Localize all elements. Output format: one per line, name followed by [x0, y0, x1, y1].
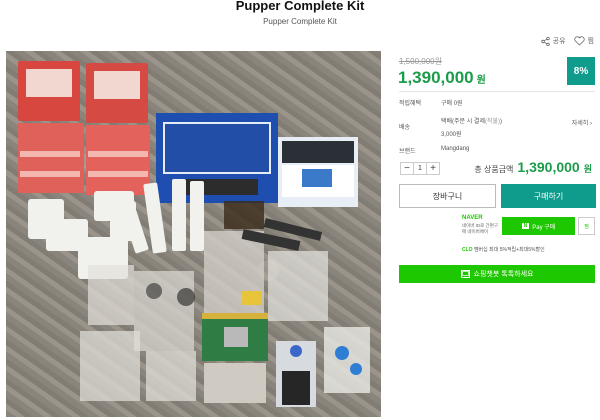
talk-talk-button[interactable]: 쇼핑챗봇 톡톡하세요 — [399, 265, 595, 283]
discount-badge: 8% — [567, 57, 595, 85]
wish-button[interactable]: 찜 — [573, 36, 594, 46]
total-value: 1,390,000 — [517, 159, 580, 175]
servo-parts — [324, 327, 370, 393]
printed-parts — [28, 179, 204, 279]
shipping-fee: 3,000원 — [441, 132, 462, 138]
sensor-module — [276, 341, 316, 407]
raspberry-pi — [202, 313, 268, 403]
shipping-method-close: ) — [500, 119, 503, 125]
sale-price-value: 1,390,000 — [398, 68, 474, 87]
battery-chargers — [18, 61, 150, 195]
chat-icon — [460, 270, 470, 278]
brand-label: 브랜드 — [399, 149, 416, 155]
heart-icon — [573, 36, 585, 46]
membership-text: 멤버십 최대 5%적립+최대5%할인 — [473, 247, 545, 253]
quantity-stepper: − 1 + — [400, 162, 440, 175]
quantity-plus-button[interactable]: + — [427, 163, 439, 174]
points-value: 구매 0원 — [441, 101, 463, 107]
action-links: 공유 찜 — [540, 36, 594, 46]
naver-pay-icon: N — [521, 223, 530, 229]
share-button[interactable]: 공유 — [540, 36, 566, 46]
share-label: 공유 — [552, 38, 566, 45]
brand-value[interactable]: Mangdang — [441, 146, 469, 152]
product-title: Pupper Complete Kit — [235, 0, 365, 13]
detail-label: 자세히 — [571, 121, 589, 127]
points-label: 적립혜택 — [399, 101, 422, 107]
shipping-method: 택배(주문 시 결제(착불)) — [441, 116, 502, 125]
shipping-method-option: (착불) — [484, 119, 501, 125]
product-image[interactable] — [6, 51, 381, 417]
shipping-label: 배송 — [399, 125, 411, 131]
shipping-method-text: 택배(주문 시 결제 — [441, 119, 485, 125]
sale-price-unit: 원 — [476, 75, 486, 86]
add-to-cart-button[interactable]: 장바구니 — [399, 184, 496, 208]
detail-link[interactable]: 자세히 › — [572, 118, 592, 127]
total-label: 총 상품금액 — [474, 165, 514, 174]
buy-now-button[interactable]: 구매하기 — [501, 184, 596, 208]
naver-pay-button[interactable]: N Pay 구매 — [502, 217, 575, 235]
talk-label: 쇼핑챗봇 톡톡하세요 — [473, 271, 534, 278]
points-row: 적립혜택 — [399, 98, 441, 107]
charger-box — [278, 137, 358, 207]
total-unit: 원 — [583, 164, 592, 174]
product-photo-illustration — [18, 61, 370, 407]
quantity-input[interactable]: 1 — [413, 163, 427, 174]
brand-row: 브랜드 — [399, 146, 441, 155]
shipping-row: 배송 — [399, 122, 441, 131]
membership-brand: CLO — [462, 247, 473, 253]
divider — [399, 91, 595, 92]
product-subtitle: Pupper Complete Kit — [263, 17, 337, 26]
naver-pay-description: 네이버 ID로 간편구매 네이버페이 — [462, 223, 498, 234]
naver-logo: NAVER — [462, 215, 483, 221]
chevron-right-icon: › — [590, 121, 592, 127]
wish-label: 찜 — [587, 38, 594, 45]
share-icon — [540, 36, 550, 46]
naver-membership-note: CLO 멤버십 최대 5%적립+최대5%할인 — [462, 246, 545, 253]
naver-pay-label: Pay 구매 — [532, 224, 556, 231]
sale-price: 1,390,000 원 — [398, 68, 486, 88]
chat-bubble-glyph — [461, 271, 469, 276]
naver-wish-button[interactable]: 찜 — [578, 217, 595, 235]
quantity-minus-button[interactable]: − — [401, 163, 413, 174]
naver-pay-panel: NAVER 네이버 ID로 간편구매 네이버페이 N Pay 구매 찜 — [462, 214, 595, 242]
total-price: 총 상품금액 1,390,000 원 — [474, 159, 592, 175]
original-price: 1,500,000원 — [399, 57, 442, 66]
